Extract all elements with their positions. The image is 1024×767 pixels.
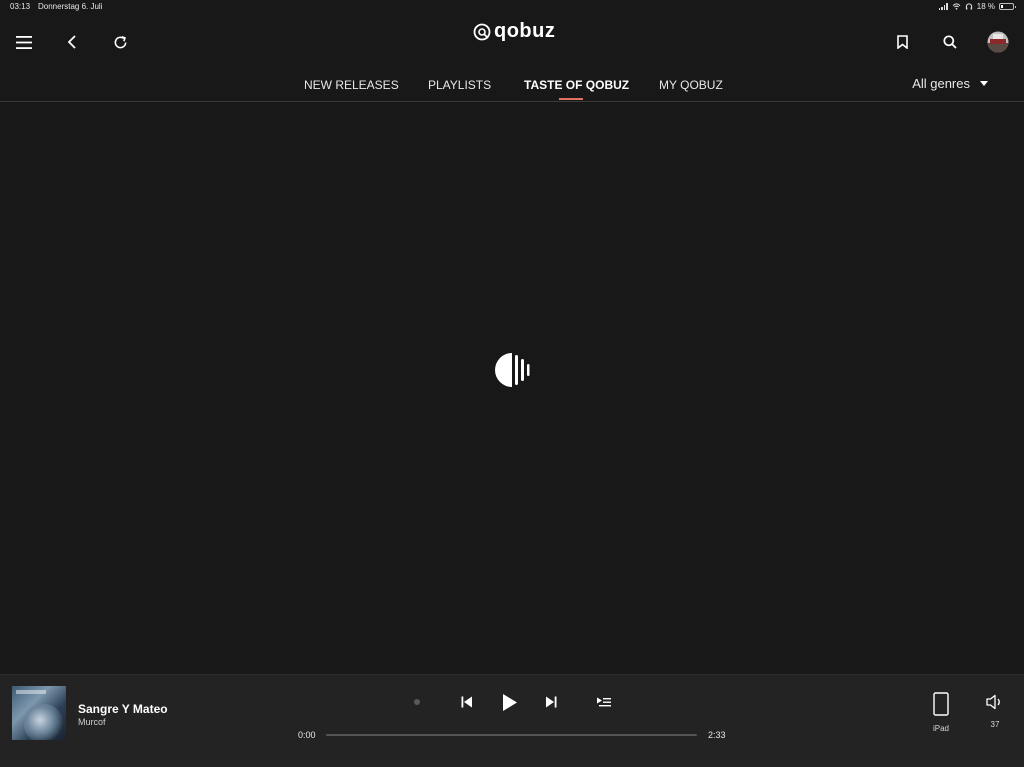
volume-button[interactable]: 37 <box>980 694 1010 729</box>
cellular-signal-icon <box>938 3 948 10</box>
genre-dropdown[interactable]: All genres <box>912 76 988 91</box>
album-art-label <box>16 690 46 694</box>
progress-bar[interactable] <box>326 734 697 736</box>
genre-dropdown-label: All genres <box>912 76 970 91</box>
tablet-icon <box>933 692 949 716</box>
headphones-icon <box>965 3 972 10</box>
track-title[interactable]: Sangre Y Mateo <box>78 702 168 716</box>
qobuz-logo[interactable]: qobuz <box>473 20 555 43</box>
loading-indicator <box>495 353 531 387</box>
previous-button[interactable] <box>458 693 476 711</box>
volume-value: 37 <box>990 720 1000 729</box>
play-icon <box>503 693 517 711</box>
volume-icon <box>986 694 1000 710</box>
tab-new-releases[interactable]: NEW RELEASES <box>304 78 399 92</box>
repeat-button[interactable] <box>411 696 423 708</box>
active-tab-indicator <box>559 98 583 100</box>
search-icon <box>943 35 957 49</box>
bookmark-icon <box>896 35 908 49</box>
avatar <box>987 31 1009 53</box>
next-button[interactable] <box>542 693 560 711</box>
menu-icon <box>16 35 32 49</box>
caret-down-icon <box>980 81 988 86</box>
album-art[interactable] <box>12 686 66 740</box>
skip-previous-icon <box>461 696 472 708</box>
app-header: qobuz <box>0 14 1024 70</box>
qobuz-loading-icon <box>495 353 530 387</box>
menu-button[interactable] <box>9 27 39 57</box>
avatar-button[interactable] <box>983 27 1013 57</box>
search-button[interactable] <box>935 27 965 57</box>
queue-icon <box>597 697 611 707</box>
output-device-button[interactable]: iPad <box>926 692 956 733</box>
qobuz-logo-icon <box>473 23 491 40</box>
battery-percent: 18 % <box>976 2 995 11</box>
status-time: 03:13 <box>10 2 31 11</box>
wifi-icon <box>952 3 961 10</box>
play-button[interactable] <box>498 690 522 714</box>
battery-icon <box>999 3 1016 10</box>
tab-playlists[interactable]: PLAYLISTS <box>428 78 491 92</box>
repeat-dot-icon <box>414 699 420 705</box>
tab-my-qobuz[interactable]: MY QOBUZ <box>659 78 723 92</box>
player-bar: Sangre Y Mateo Murcof 0:00 2:33 iPad 37 <box>0 674 1024 767</box>
status-bar: 03:13 Donnerstag 6. Juli 18 % <box>0 0 1024 14</box>
current-time: 0:00 <box>298 730 316 740</box>
refresh-icon <box>114 35 126 48</box>
total-time: 2:33 <box>708 730 726 740</box>
back-button[interactable] <box>57 27 87 57</box>
skip-next-icon <box>546 696 557 708</box>
status-indicators: 18 % <box>938 2 1016 11</box>
device-label: iPad <box>932 724 949 733</box>
refresh-button[interactable] <box>105 27 135 57</box>
album-art-shape <box>24 704 64 740</box>
back-icon <box>67 35 76 49</box>
status-date: Donnerstag 6. Juli <box>38 2 103 11</box>
track-artist[interactable]: Murcof <box>78 717 106 727</box>
bookmark-button[interactable] <box>887 27 917 57</box>
tab-taste-of-qobuz[interactable]: TASTE OF QOBUZ <box>524 78 629 92</box>
category-nav: NEW RELEASES PLAYLISTS TASTE OF QOBUZ MY… <box>0 70 1024 102</box>
queue-button[interactable] <box>594 693 614 711</box>
logo-text: qobuz <box>494 20 556 42</box>
